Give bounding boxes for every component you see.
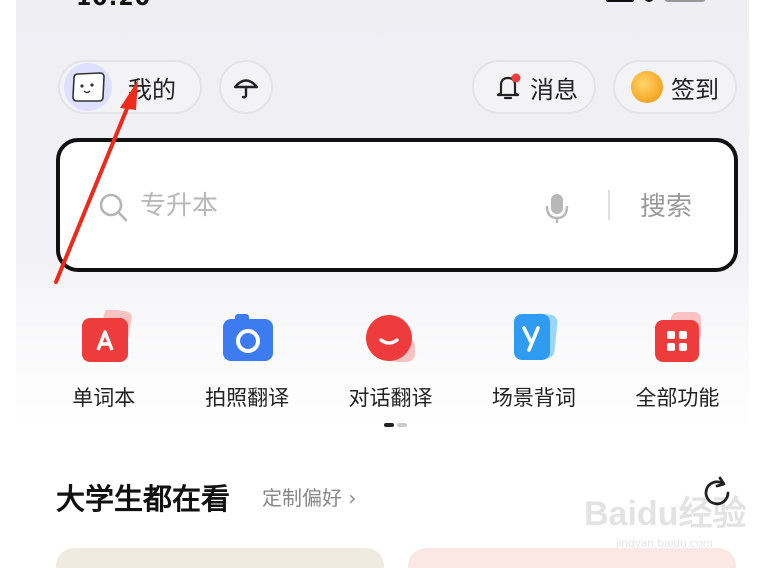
umbrella-button[interactable] (219, 60, 273, 114)
feature-camera-translate[interactable]: 拍照翻译 (175, 310, 318, 412)
search-input[interactable] (140, 186, 520, 226)
feature-all-functions[interactable]: 全部功能 (606, 310, 749, 412)
messages-label: 消息 (530, 75, 578, 104)
feature-label: 拍照翻译 (205, 386, 290, 410)
dialog-translate-icon (359, 310, 423, 366)
feature-dialog-translate[interactable]: 对话翻译 (319, 310, 462, 412)
bell-icon (496, 73, 521, 100)
wifi-icon (644, 0, 654, 2)
right-margin (749, 0, 765, 568)
feature-wordbook[interactable]: 单词本 (32, 308, 175, 412)
status-time: 10:20 (76, 0, 151, 11)
customize-preference-link[interactable]: 定制偏好 › (262, 482, 356, 511)
microphone-icon[interactable] (544, 192, 570, 224)
status-icons (606, 0, 706, 2)
signin-label: 签到 (671, 75, 719, 104)
content-card[interactable] (408, 548, 736, 568)
content-card[interactable] (56, 548, 384, 568)
signin-button[interactable]: 签到 (613, 60, 737, 114)
feature-scene-words[interactable]: 场景背词 (462, 310, 605, 412)
signal-icon (606, 0, 634, 2)
umbrella-icon (233, 79, 259, 99)
battery-icon (664, 0, 706, 2)
feature-label: 对话翻译 (348, 386, 433, 410)
messages-button[interactable]: 消息 (472, 60, 596, 114)
search-icon (99, 193, 128, 222)
search-divider (608, 190, 610, 220)
refresh-icon[interactable] (700, 476, 734, 510)
feature-label: 单词本 (72, 386, 136, 410)
page-indicator (384, 423, 407, 427)
my-label: 我的 (128, 75, 176, 104)
search-bar[interactable]: 搜索 (56, 138, 738, 272)
feature-label: 全部功能 (635, 386, 720, 410)
all-functions-icon (645, 310, 709, 366)
app-screen: 10:20 我的 消息 (16, 0, 749, 568)
section-title: 大学生都在看 (56, 482, 231, 516)
scene-words-icon (502, 310, 566, 366)
feature-grid: 单词本 拍照翻译 对话翻译 场景背词 全部功能 (32, 308, 749, 412)
mascot-icon (72, 72, 105, 102)
wordbook-icon (72, 308, 136, 366)
search-button[interactable]: 搜索 (640, 186, 692, 223)
page-dot (397, 423, 407, 427)
avatar (64, 63, 112, 111)
left-margin (0, 0, 16, 568)
coin-icon (631, 71, 663, 103)
page-dot-active (384, 423, 394, 427)
camera-translate-icon (215, 310, 279, 366)
my-profile-button[interactable]: 我的 (58, 60, 202, 114)
feature-label: 场景背词 (491, 386, 576, 410)
